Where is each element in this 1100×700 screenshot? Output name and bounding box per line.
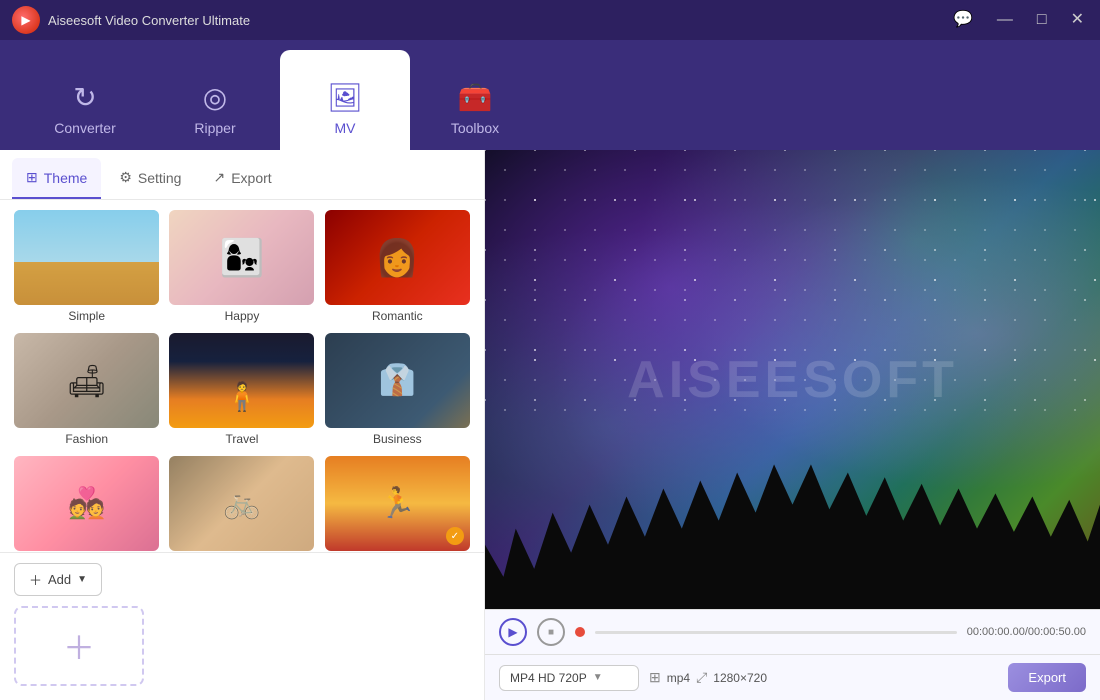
progress-bar[interactable]: [595, 631, 957, 634]
theme-card-romantic[interactable]: 👩 Romantic: [325, 210, 470, 323]
playback-controls: ▶ ■ 00:00:00.00/00:00:50.00: [485, 609, 1100, 654]
time-display: 00:00:00.00/00:00:50.00: [967, 626, 1086, 638]
maximize-button[interactable]: □: [1033, 10, 1051, 30]
title-bar: ▶ Aiseesoft Video Converter Ultimate 💬 —…: [0, 0, 1100, 40]
export-tab-label: Export: [231, 170, 271, 186]
message-button[interactable]: 💬: [949, 10, 977, 30]
minimize-button[interactable]: —: [993, 10, 1017, 30]
app-logo: ▶: [12, 6, 40, 34]
add-icon: ＋: [29, 570, 42, 589]
theme-card-happy[interactable]: 👩‍👧 Happy: [169, 210, 314, 323]
theme-thumb-fashion: 🛋: [14, 333, 159, 428]
format-value: MP4 HD 720P: [510, 671, 587, 685]
title-bar-left: ▶ Aiseesoft Video Converter Ultimate: [12, 6, 250, 34]
theme-grid-container: 👤 Simple 👩‍👧 Happy 👩 Ro: [0, 200, 484, 552]
sub-tabs: ⊞ Theme ⚙ Setting ↗ Export: [0, 150, 484, 200]
theme-card-fashion[interactable]: 🛋 Fashion: [14, 333, 159, 446]
add-button[interactable]: ＋ Add ▼: [14, 563, 102, 596]
preview-background: AISEESOFT: [485, 150, 1100, 609]
theme-name-business: Business: [373, 432, 422, 446]
theme-card-wedding[interactable]: 💑 Wedding: [14, 456, 159, 552]
sub-tab-theme[interactable]: ⊞ Theme: [12, 158, 101, 199]
add-label: Add: [48, 572, 71, 587]
theme-name-romantic: Romantic: [372, 309, 423, 323]
theme-card-simple[interactable]: 👤 Simple: [14, 210, 159, 323]
theme-thumb-romantic: 👩: [325, 210, 470, 305]
app-title: Aiseesoft Video Converter Ultimate: [48, 13, 250, 28]
export-tab-icon: ↗: [213, 169, 225, 186]
theme-tab-icon: ⊞: [26, 169, 38, 186]
tab-toolbox[interactable]: 🧰 Toolbox: [410, 50, 540, 150]
theme-card-travel[interactable]: 🧍 Travel: [169, 333, 314, 446]
main-content: ⊞ Theme ⚙ Setting ↗ Export 👤: [0, 150, 1100, 700]
record-indicator: [575, 627, 585, 637]
tab-converter-label: Converter: [54, 120, 115, 136]
ripper-icon: ◎: [203, 81, 227, 114]
resolution-value: 1280×720: [713, 671, 767, 685]
sub-tab-setting[interactable]: ⚙ Setting: [105, 158, 195, 199]
theme-thumb-sport: 🏃 ✓: [325, 456, 470, 551]
theme-thumb-travel: 🧍: [169, 333, 314, 428]
container-icon: ⊞: [649, 669, 661, 686]
container-value: mp4: [667, 671, 690, 685]
tab-ripper[interactable]: ◎ Ripper: [150, 50, 280, 150]
format-bar: MP4 HD 720P ▼ ⊞ mp4 ⤢ 1280×720 Export: [485, 654, 1100, 700]
sub-tab-export[interactable]: ↗ Export: [199, 158, 285, 199]
tab-bar: ↻ Converter ◎ Ripper 🖼 MV 🧰 Toolbox: [0, 40, 1100, 150]
resolution-icon: ⤢: [696, 669, 707, 686]
tab-mv[interactable]: 🖼 MV: [280, 50, 410, 150]
tab-toolbox-label: Toolbox: [451, 120, 499, 136]
play-button[interactable]: ▶: [499, 618, 527, 646]
tab-mv-label: MV: [335, 120, 356, 136]
left-panel: ⊞ Theme ⚙ Setting ↗ Export 👤: [0, 150, 485, 700]
theme-thumb-oldtimes: 🚲: [169, 456, 314, 551]
tab-ripper-label: Ripper: [194, 120, 235, 136]
add-arrow-icon: ▼: [77, 574, 87, 585]
theme-tab-label: Theme: [44, 170, 88, 186]
theme-grid: 👤 Simple 👩‍👧 Happy 👩 Ro: [14, 210, 470, 552]
theme-thumb-happy: 👩‍👧: [169, 210, 314, 305]
theme-card-sport[interactable]: 🏃 ✓ Sport: [325, 456, 470, 552]
theme-thumb-simple: 👤: [14, 210, 159, 305]
drop-zone-plus-icon: ＋: [63, 623, 95, 669]
drop-zone[interactable]: ＋: [14, 606, 144, 686]
watermark-text: AISEESOFT: [627, 350, 958, 410]
stop-button[interactable]: ■: [537, 618, 565, 646]
close-button[interactable]: ✕: [1067, 10, 1088, 30]
theme-thumb-wedding: 💑: [14, 456, 159, 551]
preview-area: AISEESOFT: [485, 150, 1100, 609]
theme-name-travel: Travel: [226, 432, 259, 446]
theme-name-simple: Simple: [68, 309, 105, 323]
theme-thumb-business: 👔: [325, 333, 470, 428]
right-panel: AISEESOFT ▶ ■ 00:00:00.00/00:00:50.00 MP…: [485, 150, 1100, 700]
export-button[interactable]: Export: [1008, 663, 1086, 692]
converter-icon: ↻: [73, 81, 96, 114]
theme-name-fashion: Fashion: [65, 432, 108, 446]
format-info: ⊞ mp4 ⤢ 1280×720: [649, 669, 767, 686]
theme-card-business[interactable]: 👔 Business: [325, 333, 470, 446]
toolbox-icon: 🧰: [458, 81, 493, 114]
tab-converter[interactable]: ↻ Converter: [20, 50, 150, 150]
title-bar-controls: 💬 — □ ✕: [949, 10, 1088, 30]
theme-card-oldtimes[interactable]: 🚲 Old Times: [169, 456, 314, 552]
bottom-bar: ＋ Add ▼: [0, 552, 484, 606]
format-dropdown-icon: ▼: [593, 672, 603, 683]
setting-tab-icon: ⚙: [119, 169, 132, 186]
format-select[interactable]: MP4 HD 720P ▼: [499, 665, 639, 691]
mv-icon: 🖼: [327, 81, 363, 114]
setting-tab-label: Setting: [138, 170, 182, 186]
theme-name-happy: Happy: [225, 309, 260, 323]
